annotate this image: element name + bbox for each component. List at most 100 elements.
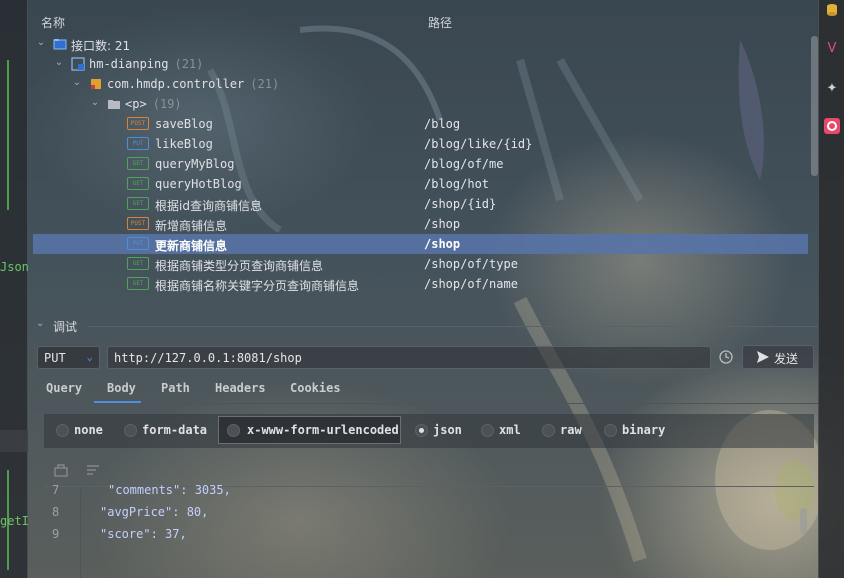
send-icon (756, 350, 770, 364)
endpoint-name: queryHotBlog (155, 177, 242, 191)
body-editor[interactable]: 7 "comments": 3035, 8 "avgPrice": 80, 9 … (44, 483, 814, 578)
module-count: (21) (174, 57, 204, 71)
chevron-down-icon[interactable]: ⌄ (35, 37, 47, 49)
endpoint-row[interactable]: POST saveBlog/blog (33, 114, 808, 134)
tab-path[interactable]: Path (161, 381, 190, 395)
folder-icon (107, 97, 121, 111)
tree-scrollbar[interactable] (811, 36, 818, 176)
radio-label: form-data (142, 423, 208, 437)
method-badge: GET (127, 177, 149, 190)
endpoint-path: /shop (424, 237, 461, 251)
package-count: (21) (250, 77, 280, 91)
folder-icon (53, 37, 67, 51)
url-input[interactable]: http://127.0.0.1:8081/shop (107, 346, 711, 369)
plugin-icon[interactable]: V (824, 40, 840, 56)
line-gutter (44, 487, 81, 578)
radio-label: xml (499, 423, 521, 437)
package-icon (89, 77, 103, 91)
radio-label: raw (560, 423, 582, 437)
tree-module-label: hm-dianping (21) (89, 57, 203, 71)
radio-none[interactable]: none (56, 423, 116, 439)
tree-package[interactable]: ⌄ com.hmdp.controller (21) (33, 74, 808, 94)
endpoint-row[interactable]: PUT 更新商铺信息/shop (33, 234, 808, 254)
package-name: com.hmdp.controller (107, 77, 245, 91)
endpoint-row[interactable]: POST 新增商铺信息/shop (33, 214, 808, 234)
method-badge: POST (127, 117, 149, 130)
code-line: "comments": 3035, (108, 483, 231, 497)
endpoint-path: /blog/hot (424, 177, 490, 191)
code-fragment: getI (0, 514, 29, 528)
tree-folder[interactable]: ⌄ <p> (19) (33, 94, 808, 114)
endpoint-name: saveBlog (155, 117, 213, 131)
puzzle-icon[interactable]: ✦ (824, 80, 840, 96)
tab-query[interactable]: Query (46, 381, 82, 395)
radio-dot (227, 424, 240, 437)
radio-form-data[interactable]: form-data (124, 423, 214, 439)
editor-gutter-fragment: Json getI (0, 0, 29, 578)
radio-label: none (74, 423, 103, 437)
endpoint-path: /blog/of/me (424, 157, 504, 171)
endpoint-name: 更新商铺信息 (155, 239, 228, 253)
endpoint-row[interactable]: PUT likeBlog/blog/like/{id} (33, 134, 808, 154)
chevron-down-icon[interactable]: ⌄ (53, 57, 65, 69)
endpoint-row[interactable]: GET 根据商铺类型分页查询商铺信息/shop/of/type (33, 254, 808, 274)
radio-dot (542, 424, 555, 437)
chevron-down-icon[interactable]: ⌄ (71, 77, 83, 89)
radio-binary[interactable]: binary (604, 423, 674, 439)
folder-count: (19) (152, 97, 182, 111)
radio-raw[interactable]: raw (542, 423, 592, 439)
endpoint-row[interactable]: GET queryHotBlog/blog/hot (33, 174, 808, 194)
chevron-down-icon[interactable]: ⌄ (89, 97, 101, 109)
endpoint-row[interactable]: GET 根据id查询商铺信息/shop/{id} (33, 194, 808, 214)
chevron-down-icon: ⌄ (86, 350, 93, 363)
radio-dot (481, 424, 494, 437)
code-band (0, 430, 28, 452)
right-tool-strip: V ✦ (818, 0, 844, 578)
tab-headers[interactable]: Headers (215, 381, 266, 395)
endpoint-path: /shop/of/name (424, 277, 518, 291)
tree-root-label: 接口数: 21 (71, 39, 131, 53)
api-panel: 名称 路径 ⌄ 接口数: 21 ⌄ hm-dianping (21) ⌄ com.… (28, 0, 818, 578)
endpoint-path: /blog (424, 117, 461, 131)
radio-label: x-www-form-urlencoded (247, 423, 399, 437)
tree-package-label: com.hmdp.controller (21) (107, 77, 279, 91)
endpoint-path: /blog/like/{id} (424, 137, 533, 151)
clear-icon[interactable] (52, 461, 70, 479)
method-badge: PUT (127, 137, 149, 150)
http-method-select[interactable]: PUT ⌄ (37, 346, 100, 369)
tree-module[interactable]: ⌄ hm-dianping (21) (33, 54, 808, 74)
tree-root[interactable]: ⌄ 接口数: 21 (33, 34, 808, 54)
change-marker (7, 60, 9, 210)
send-button[interactable]: 发送 (742, 345, 814, 369)
tab-body[interactable]: Body (107, 381, 136, 395)
debug-section-header[interactable]: ⌄ 调试 (28, 314, 818, 338)
app-icon[interactable] (824, 118, 840, 134)
editor-toolbar (48, 456, 148, 484)
column-name-header[interactable]: 名称 (41, 14, 65, 31)
database-icon[interactable] (824, 2, 840, 18)
endpoint-path: /shop/{id} (424, 197, 497, 211)
endpoint-path: /shop/of/type (424, 257, 518, 271)
code-fragment: Json (0, 260, 29, 274)
code-line: "score": 37, (100, 527, 187, 541)
editor-scrollbar[interactable] (800, 508, 807, 534)
http-method-value: PUT (44, 351, 66, 365)
chevron-down-icon[interactable]: ⌄ (36, 318, 44, 329)
radio-dot (604, 424, 617, 437)
radio-dot-checked (415, 424, 428, 437)
method-badge: GET (127, 257, 149, 270)
radio-x-www-form-urlencoded[interactable]: x-www-form-urlencoded (218, 416, 401, 444)
column-path-header[interactable]: 路径 (428, 14, 452, 31)
tree-folder-label: <p> (19) (125, 97, 182, 111)
line-number: 7 (52, 483, 60, 497)
endpoint-row[interactable]: GET 根据商铺名称关键字分页查询商铺信息/shop/of/name (33, 274, 808, 294)
history-icon[interactable] (718, 349, 734, 365)
radio-xml[interactable]: xml (481, 423, 531, 439)
format-icon[interactable] (84, 461, 102, 479)
endpoint-path: /shop (424, 217, 461, 231)
send-button-label: 发送 (774, 352, 799, 366)
radio-json[interactable]: json (415, 423, 475, 439)
tab-cookies[interactable]: Cookies (290, 381, 341, 395)
endpoint-row[interactable]: GET queryMyBlog/blog/of/me (33, 154, 808, 174)
tabs-baseline (28, 403, 818, 404)
